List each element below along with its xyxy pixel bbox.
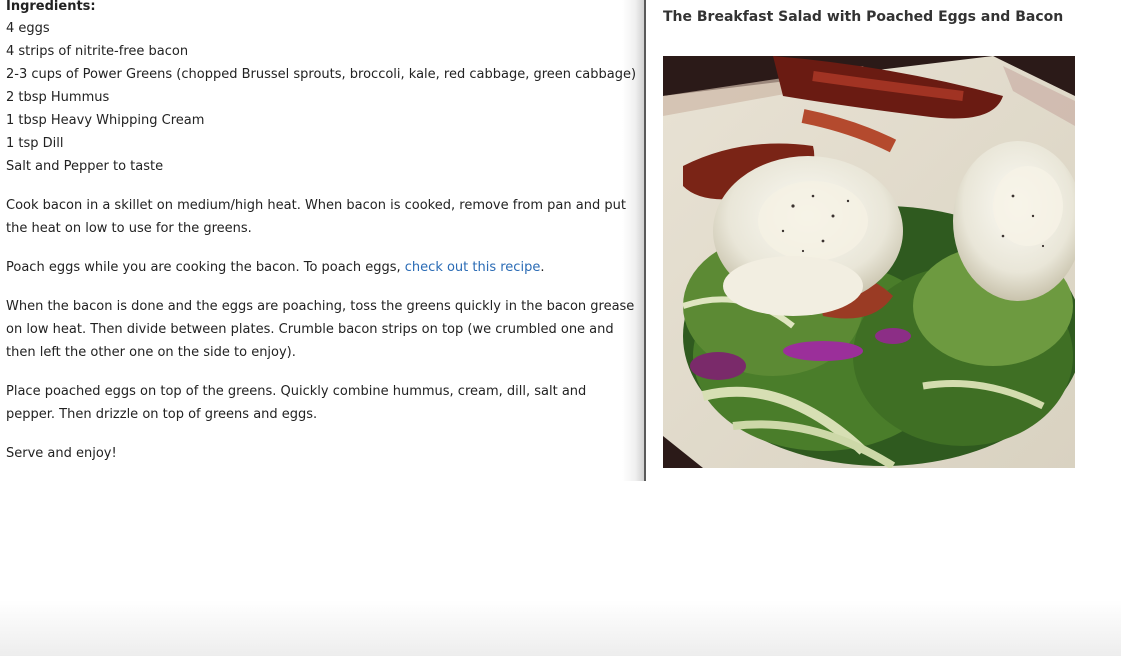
ingredient-item: 1 tbsp Heavy Whipping Cream	[6, 113, 205, 128]
image-title: The Breakfast Salad with Poached Eggs an…	[663, 9, 1064, 25]
ingredient-item: 2 tbsp Hummus	[6, 90, 110, 105]
column-shadow	[622, 0, 646, 481]
ingredient-item: 1 tsp Dill	[6, 136, 64, 151]
ingredient-list: 4 eggs 4 strips of nitrite-free bacon 2-…	[6, 17, 640, 178]
recipe-link[interactable]: check out this recipe	[405, 260, 541, 275]
step-poach-eggs-text: Poach eggs while you are cooking the bac…	[6, 260, 405, 275]
step-cook-bacon: Cook bacon in a skillet on medium/high h…	[6, 198, 626, 236]
ingredients-heading: Ingredients:	[6, 0, 96, 14]
step-serve: Serve and enjoy!	[6, 446, 117, 461]
ingredient-item: Salt and Pepper to taste	[6, 159, 164, 174]
ingredient-item: 2-3 cups of Power Greens (chopped Brusse…	[6, 67, 637, 82]
step-toss-greens: When the bacon is done and the eggs are …	[6, 299, 635, 360]
recipe-text-column: Ingredients: 4 eggs 4 strips of nitrite-…	[0, 0, 640, 481]
salad-illustration	[663, 56, 1075, 468]
ingredient-item: 4 eggs	[6, 21, 50, 36]
page-footer-band	[0, 600, 1121, 656]
image-panel: The Breakfast Salad with Poached Eggs an…	[646, 0, 1121, 481]
step-poach-eggs-suffix: .	[540, 260, 545, 275]
breakfast-salad-photo	[663, 56, 1075, 468]
step-poach-eggs: Poach eggs while you are cooking the bac…	[6, 256, 636, 279]
step-plate-eggs: Place poached eggs on top of the greens.…	[6, 384, 587, 422]
page: Ingredients: 4 eggs 4 strips of nitrite-…	[0, 0, 1121, 656]
ingredient-item: 4 strips of nitrite-free bacon	[6, 44, 189, 59]
